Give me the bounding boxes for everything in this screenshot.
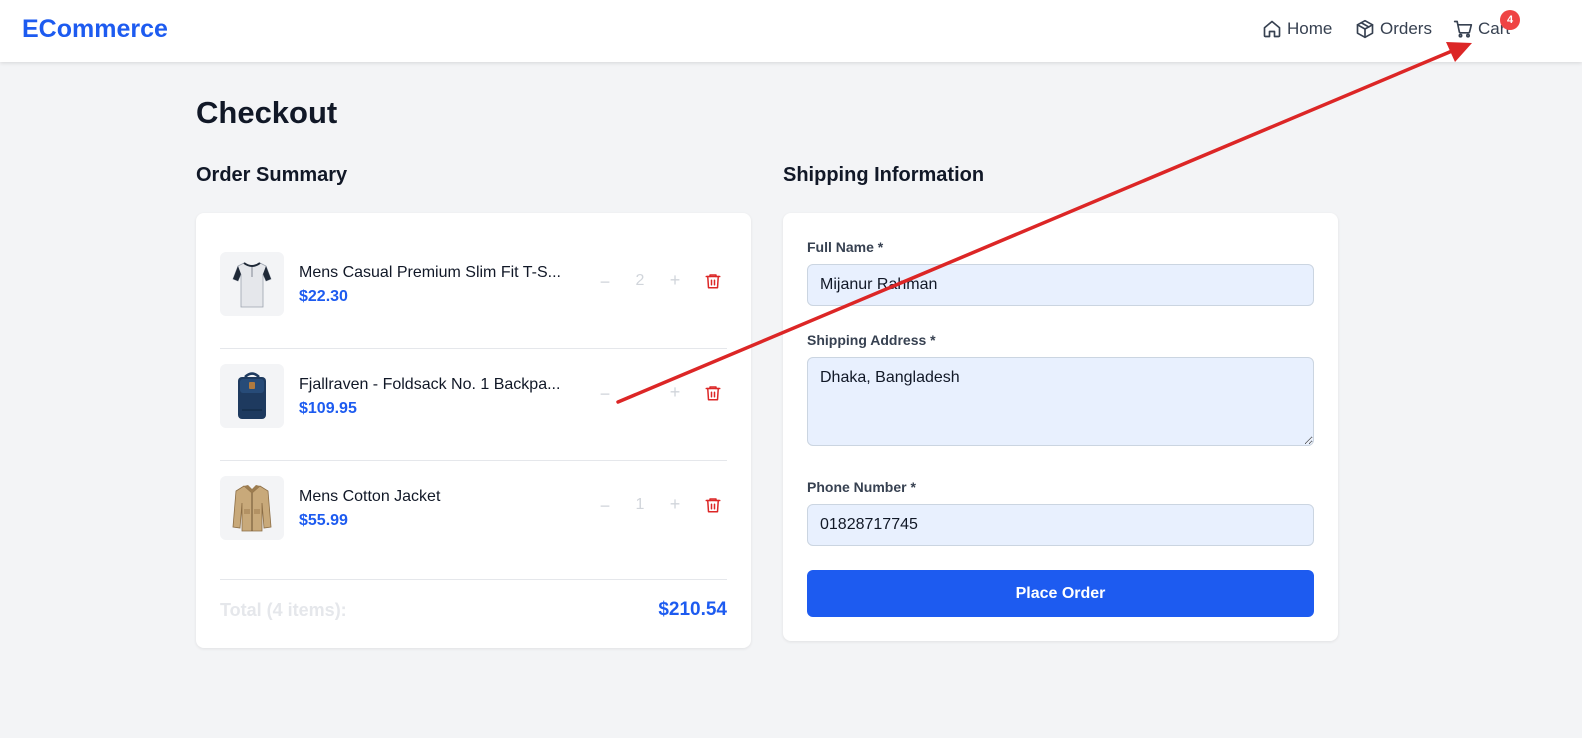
- top-navbar: ECommerce Home Orders Cart 4: [0, 0, 1582, 62]
- cart-item: Mens Casual Premium Slim Fit T-S... $22.…: [220, 237, 727, 349]
- product-thumbnail: [220, 476, 284, 540]
- page-title: Checkout: [196, 95, 338, 130]
- brand-logo[interactable]: ECommerce: [22, 15, 168, 44]
- decrease-quantity-button[interactable]: −: [598, 384, 612, 405]
- home-icon: [1263, 20, 1281, 38]
- trash-icon[interactable]: [704, 384, 722, 402]
- jacket-image: [232, 485, 272, 532]
- place-order-button[interactable]: Place Order: [807, 570, 1314, 617]
- nav-orders-link[interactable]: Orders: [1355, 19, 1432, 39]
- full-name-label: Full Name *: [807, 239, 884, 255]
- trash-icon[interactable]: [704, 496, 722, 514]
- item-name: Fjallraven - Foldsack No. 1 Backpa...: [299, 376, 561, 393]
- total-value: $210.54: [658, 599, 727, 620]
- cart-icon: [1453, 20, 1473, 38]
- trash-icon[interactable]: [704, 272, 722, 290]
- increase-quantity-button[interactable]: +: [668, 270, 682, 291]
- package-icon: [1356, 19, 1374, 39]
- decrease-quantity-button[interactable]: −: [598, 272, 612, 293]
- item-price: $109.95: [299, 400, 357, 417]
- increase-quantity-button[interactable]: +: [668, 494, 682, 515]
- t-shirt-image: [232, 262, 272, 308]
- phone-number-field[interactable]: [807, 504, 1314, 546]
- increase-quantity-button[interactable]: +: [668, 382, 682, 403]
- cart-count-badge: 4: [1500, 10, 1520, 30]
- product-thumbnail: [220, 364, 284, 428]
- shipping-info-card: Full Name * Shipping Address * Dhaka, Ba…: [783, 213, 1338, 641]
- order-summary-card: Mens Casual Premium Slim Fit T-S... $22.…: [196, 213, 751, 648]
- full-name-field[interactable]: [807, 264, 1314, 306]
- item-price: $22.30: [299, 288, 348, 305]
- item-quantity: 2: [635, 272, 645, 289]
- product-thumbnail: [220, 252, 284, 316]
- shipping-address-field[interactable]: Dhaka, Bangladesh: [807, 357, 1314, 446]
- cart-item: Mens Cotton Jacket $55.99 − 1 +: [220, 461, 727, 573]
- item-name: Mens Casual Premium Slim Fit T-S...: [299, 264, 561, 281]
- item-name: Mens Cotton Jacket: [299, 488, 441, 505]
- phone-number-label: Phone Number *: [807, 479, 916, 495]
- nav-home-link[interactable]: Home: [1262, 19, 1332, 39]
- item-quantity: 1: [635, 496, 645, 513]
- shipping-info-title: Shipping Information: [783, 164, 985, 186]
- nav-home-label: Home: [1287, 19, 1333, 38]
- decrease-quantity-button[interactable]: −: [598, 496, 612, 517]
- nav-orders-label: Orders: [1380, 19, 1432, 38]
- order-summary-title: Order Summary: [196, 164, 348, 186]
- total-divider: [220, 579, 727, 580]
- cart-item: Fjallraven - Foldsack No. 1 Backpa... $1…: [220, 349, 727, 461]
- shipping-address-label: Shipping Address *: [807, 332, 936, 348]
- backpack-image: [238, 372, 266, 419]
- item-price: $55.99: [299, 512, 348, 529]
- total-label: Total (4 items):: [220, 600, 347, 620]
